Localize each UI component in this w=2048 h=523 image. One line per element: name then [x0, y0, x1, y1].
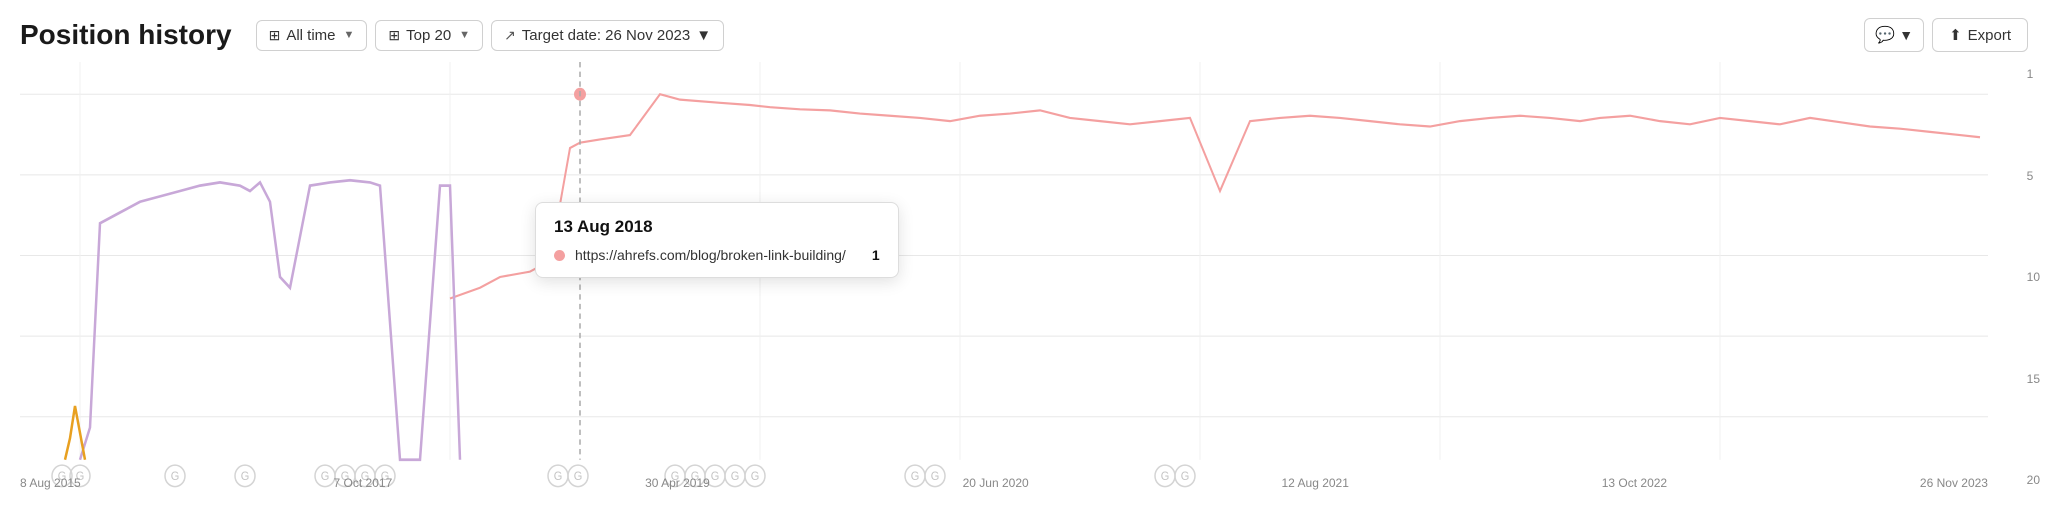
- chart-tooltip: 13 Aug 2018 https://ahrefs.com/blog/brok…: [535, 202, 899, 278]
- tooltip-row: https://ahrefs.com/blog/broken-link-buil…: [554, 247, 880, 263]
- x-label-7: 26 Nov 2023: [1920, 476, 1988, 490]
- x-label-6: 13 Oct 2022: [1602, 476, 1667, 490]
- target-date-button[interactable]: ↗ Target date: 26 Nov 2023 ▼: [491, 20, 724, 51]
- export-icon: ⬆: [1949, 26, 1962, 44]
- trend-icon: ↗: [504, 27, 516, 44]
- chart-svg: G G G G G G G G G G G G: [20, 62, 1988, 492]
- tooltip-url: https://ahrefs.com/blog/broken-link-buil…: [575, 247, 846, 263]
- x-label-4: 20 Jun 2020: [963, 476, 1029, 490]
- chart-container: G G G G G G G G G G G G: [0, 62, 2048, 492]
- y-axis: 1 5 10 15 20: [2027, 62, 2040, 492]
- all-time-chevron: ▼: [344, 29, 355, 41]
- tooltip-rank: 1: [872, 247, 880, 263]
- x-label-3: 30 Apr 2019: [645, 476, 710, 490]
- y-label-2: 5: [2027, 169, 2040, 183]
- comment-chevron: ▼: [1899, 27, 1913, 43]
- export-button[interactable]: ⬆ Export: [1932, 18, 2028, 52]
- target-date-label: Target date: 26 Nov 2023: [522, 27, 690, 44]
- toolbar-right: 💬 ▼ ⬆ Export: [1864, 18, 2028, 52]
- y-label-3: 10: [2027, 270, 2040, 284]
- all-time-label: All time: [286, 27, 335, 44]
- x-label-1: 8 Aug 2015: [20, 476, 81, 490]
- top-20-chevron: ▼: [459, 29, 470, 41]
- tooltip-color-dot: [554, 250, 565, 261]
- x-label-2: 7 Oct 2017: [334, 476, 393, 490]
- export-label: Export: [1968, 27, 2011, 44]
- all-time-button[interactable]: ⊞ All time ▼: [256, 20, 368, 51]
- tooltip-date: 13 Aug 2018: [554, 217, 880, 237]
- x-axis: 8 Aug 2015 7 Oct 2017 30 Apr 2019 20 Jun…: [20, 476, 1988, 490]
- y-label-4: 15: [2027, 372, 2040, 386]
- comment-button[interactable]: 💬 ▼: [1864, 18, 1924, 52]
- target-date-chevron: ▼: [696, 27, 711, 44]
- comment-icon: 💬: [1875, 25, 1895, 45]
- y-label-5: 20: [2027, 473, 2040, 487]
- x-label-5: 12 Aug 2021: [1282, 476, 1349, 490]
- top-20-label: Top 20: [406, 27, 451, 44]
- grid-icon: ⊞: [388, 27, 400, 44]
- calendar-icon: ⊞: [269, 27, 281, 44]
- page-title: Position history: [20, 19, 232, 51]
- purple-series-line: [80, 180, 460, 460]
- top-20-button[interactable]: ⊞ Top 20 ▼: [375, 20, 483, 51]
- y-label-1: 1: [2027, 67, 2040, 81]
- toolbar: Position history ⊞ All time ▼ ⊞ Top 20 ▼…: [0, 0, 2048, 62]
